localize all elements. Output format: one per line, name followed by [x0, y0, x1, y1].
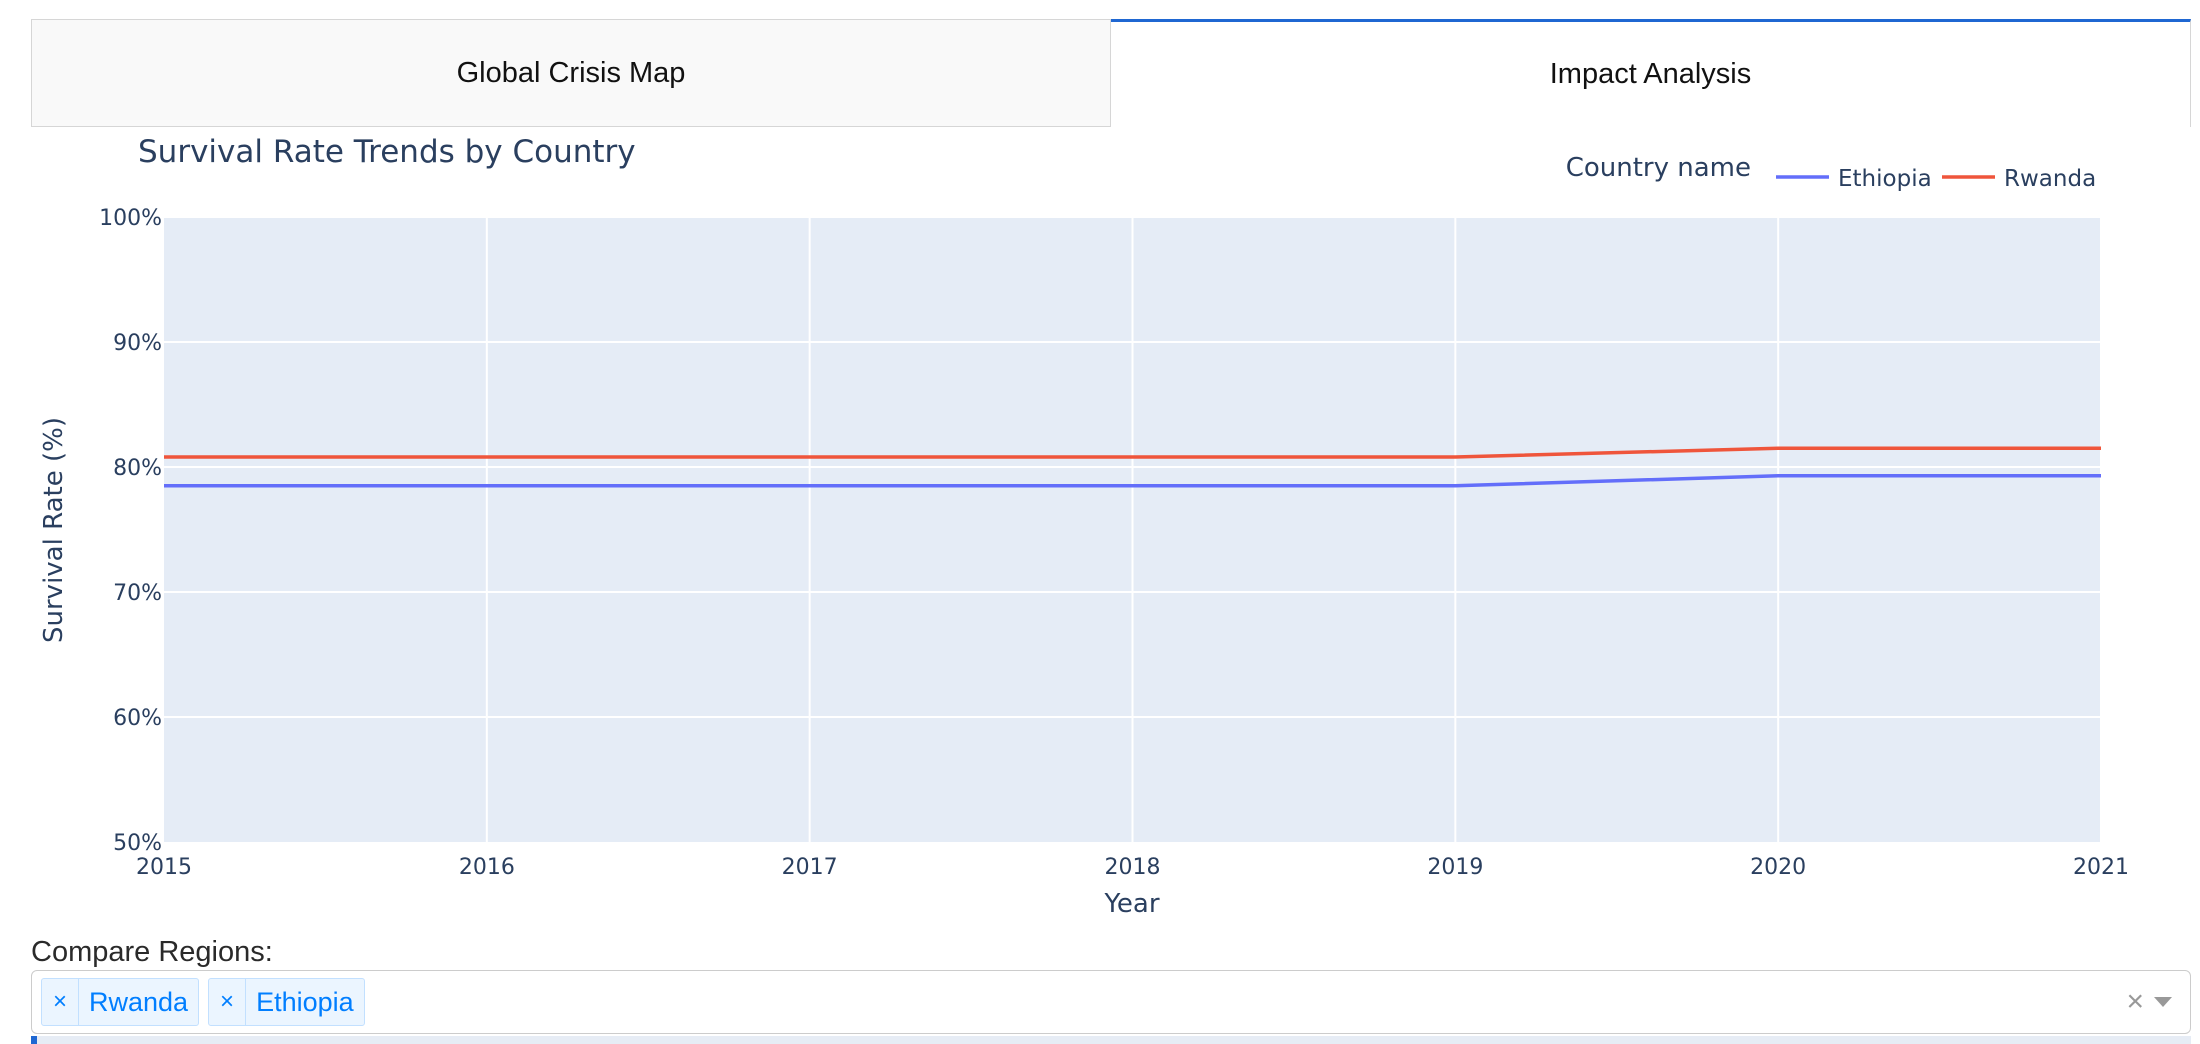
x-axis-label: Year	[1103, 889, 1159, 919]
tab-bar: Global Crisis Map Impact Analysis	[31, 19, 2191, 127]
x-tick-label: 2021	[2073, 855, 2129, 880]
remove-chip-icon[interactable]: ×	[209, 979, 247, 1025]
y-tick-label: 60%	[113, 706, 162, 731]
legend-title: Country name	[1566, 153, 1751, 183]
chart-title: Survival Rate Trends by Country	[138, 134, 636, 170]
chart-svg: Survival Rate Trends by Country 2015 2016…	[39, 134, 2129, 919]
x-tick-label: 2020	[1750, 855, 1806, 880]
x-tick-label: 2015	[136, 855, 192, 880]
x-tick-label: 2016	[459, 855, 515, 880]
y-axis-label: Survival Rate (%)	[39, 417, 69, 643]
dropdown-controls: ×	[2126, 985, 2190, 1019]
clear-icon[interactable]: ×	[2126, 985, 2144, 1019]
chip-label: Ethiopia	[256, 986, 354, 1017]
legend-item-rwanda: Rwanda	[2004, 166, 2096, 192]
y-tick-label: 100%	[99, 206, 162, 231]
x-axis-ticks: 2015 2016 2017 2018 2019 2020 2021	[136, 855, 2129, 880]
compare-regions-label: Compare Regions:	[31, 936, 273, 968]
y-tick-label: 90%	[113, 331, 162, 356]
selected-region-chip: × Rwanda	[41, 978, 200, 1026]
y-tick-label: 50%	[113, 831, 162, 856]
x-tick-label: 2018	[1105, 855, 1161, 880]
tab-global-crisis-map[interactable]: Global Crisis Map	[31, 19, 1111, 127]
compare-regions-dropdown[interactable]: × Rwanda × Ethiopia ×	[31, 970, 2191, 1034]
x-tick-label: 2019	[1427, 855, 1483, 880]
selected-region-chip: × Ethiopia	[208, 978, 365, 1026]
bottom-edge-bar	[31, 1036, 2191, 1044]
y-tick-label: 80%	[113, 456, 162, 481]
chevron-down-icon[interactable]	[2154, 997, 2172, 1007]
legend-item-ethiopia: Ethiopia	[1838, 166, 1932, 192]
remove-chip-icon[interactable]: ×	[42, 979, 79, 1025]
chip-label: Rwanda	[89, 986, 189, 1017]
x-tick-label: 2017	[782, 855, 838, 880]
survival-rate-chart: Survival Rate Trends by Country 2015 2016…	[0, 130, 2200, 930]
legend[interactable]: Country name Ethiopia Rwanda	[1566, 153, 2096, 192]
tab-impact-analysis[interactable]: Impact Analysis	[1111, 19, 2191, 127]
y-tick-label: 70%	[113, 581, 162, 606]
y-axis-ticks: 50% 60% 70% 80% 90% 100%	[99, 206, 162, 856]
